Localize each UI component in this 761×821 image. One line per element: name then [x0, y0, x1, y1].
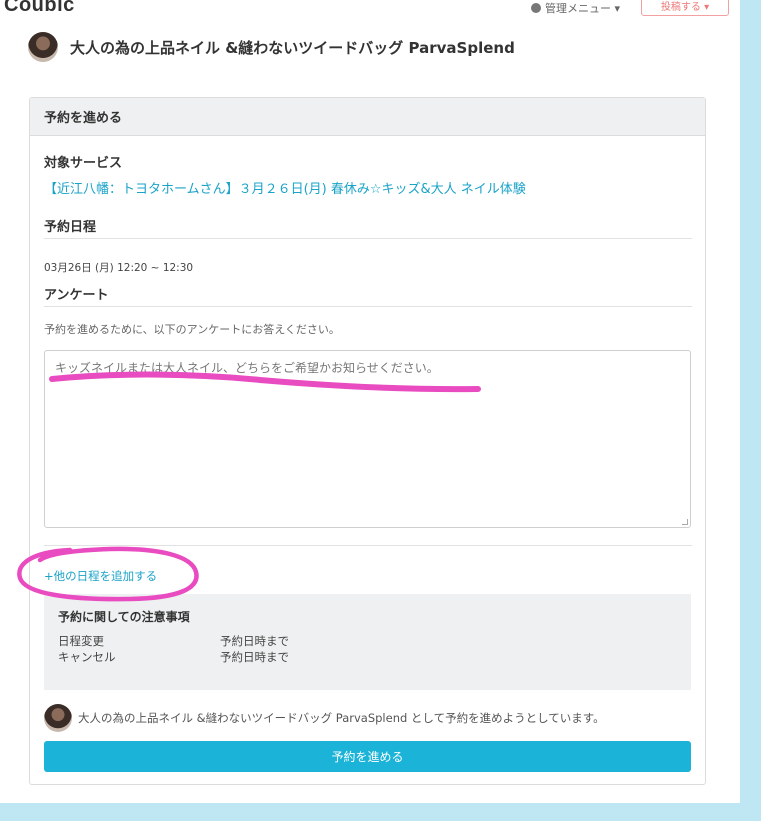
post-button[interactable]: 投稿する ▾	[641, 0, 729, 16]
shop-header: 大人の為の上品ネイル &縫わないツイードバッグ ParvaSplend	[28, 32, 515, 62]
notes-title: 予約に関しての注意事項	[58, 610, 190, 624]
notes-value: 予約日時まで	[220, 634, 289, 648]
gear-icon	[531, 3, 541, 13]
schedule-value: 03月26日 (月) 12:20 ~ 12:30	[44, 262, 194, 274]
divider	[44, 545, 692, 546]
notes-row: 日程変更 予約日時まで	[58, 633, 677, 649]
add-schedule-link[interactable]: +他の日程を追加する	[44, 568, 157, 584]
schedule-label: 予約日程	[44, 220, 97, 235]
admin-menu[interactable]: 管理メニュー ▾	[531, 0, 620, 16]
service-label: 対象サービス	[44, 156, 123, 171]
survey-placeholder: キッズネイルまたは大人ネイル、どちらをご希望かお知らせください。	[55, 361, 439, 375]
divider	[44, 306, 692, 307]
resize-handle[interactable]	[682, 519, 688, 525]
reservation-card: 予約を進める 対象サービス 【近江八幡：トヨタホームさん】３月２６日(月) 春休…	[29, 97, 706, 785]
divider	[44, 238, 692, 239]
card-title: 予約を進める	[30, 98, 705, 136]
coubic-logo[interactable]: Coubic	[4, 0, 75, 17]
notes-value: 予約日時まで	[220, 650, 289, 664]
admin-menu-label: 管理メニュー ▾	[545, 2, 621, 15]
confirm-text: 大人の為の上品ネイル &縫わないツイードバッグ ParvaSplend として予…	[78, 711, 605, 725]
survey-textarea[interactable]: キッズネイルまたは大人ネイル、どちらをご希望かお知らせください。	[44, 350, 691, 528]
submit-reservation-button[interactable]: 予約を進める	[44, 741, 691, 772]
page: Coubic 管理メニュー ▾ 投稿する ▾ 大人の為の上品ネイル &縫わないツ…	[0, 0, 740, 803]
service-link[interactable]: 【近江八幡：トヨタホームさん】３月２６日(月) 春休み☆キッズ&大人 ネイル体験	[44, 178, 526, 197]
notes-key: キャンセル	[58, 650, 116, 664]
notes-key: 日程変更	[58, 634, 104, 648]
survey-label: アンケート	[44, 288, 109, 303]
shop-avatar	[28, 32, 58, 62]
notes-box: 予約に関しての注意事項 日程変更 予約日時まで キャンセル 予約日時まで	[44, 594, 691, 690]
shop-avatar	[44, 704, 72, 732]
survey-hint: 予約を進めるために、以下のアンケートにお答えください。	[44, 323, 340, 336]
confirm-line: 大人の為の上品ネイル &縫わないツイードバッグ ParvaSplend として予…	[44, 704, 605, 732]
shop-name[interactable]: 大人の為の上品ネイル &縫わないツイードバッグ ParvaSplend	[70, 37, 515, 58]
notes-row: キャンセル 予約日時まで	[58, 649, 677, 665]
